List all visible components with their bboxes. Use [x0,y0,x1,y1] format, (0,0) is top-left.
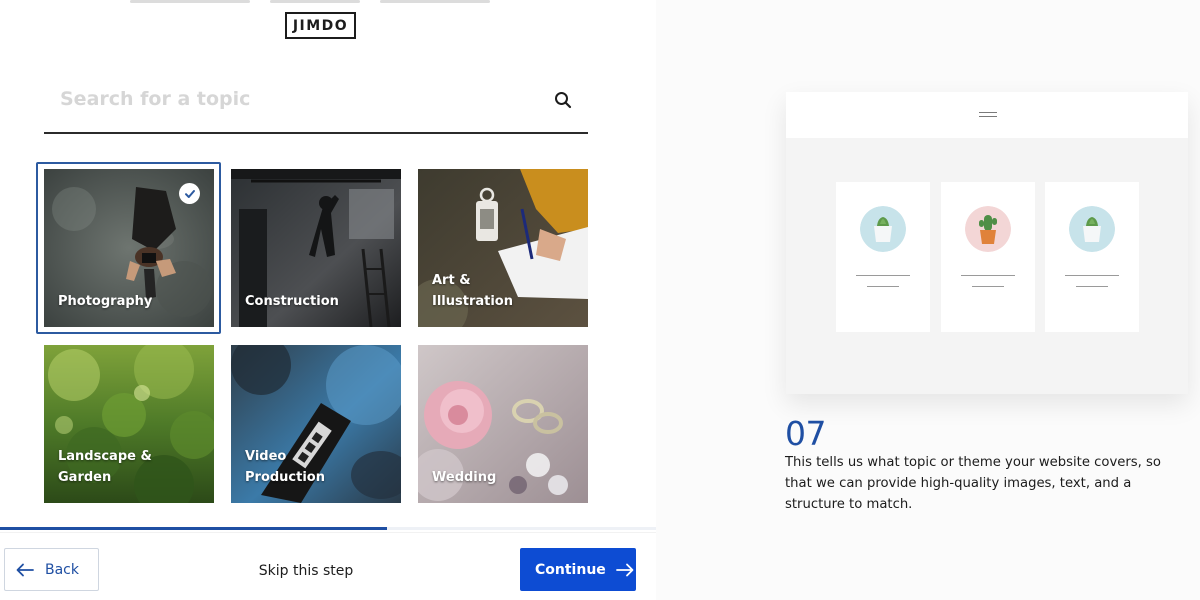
step-description: This tells us what topic or theme your w… [785,455,1161,512]
skip-step-link[interactable]: Skip this step [250,560,362,582]
topic-tile-photography[interactable]: Photography [44,169,214,327]
topic-label: Landscape & Garden [58,449,152,485]
preview-header [786,92,1188,138]
topic-label: Wedding [432,470,497,485]
step-number: 07 [785,414,827,453]
topic-label: Construction [245,294,339,309]
topic-tile-video-production[interactable]: Video Production [231,345,401,503]
search-input[interactable] [60,86,540,112]
preview-text-line [1065,275,1119,276]
preview-text-line [972,286,1004,287]
jimdo-logo: JIMDO [285,12,356,39]
wizard-panel: JIMDO Search for a topic Photography Con… [0,0,656,600]
topic-label: Video Production [245,449,325,485]
arrow-left-icon [16,563,34,576]
cactus-pot-icon [965,206,1011,252]
topic-tile-construction[interactable]: Construction [231,169,401,327]
search-icon[interactable] [553,90,573,110]
arrow-right-icon [615,563,634,576]
continue-button[interactable]: Continue [520,548,636,591]
preview-text-line [961,275,1015,276]
topic-label: Photography [58,294,153,309]
website-preview [786,92,1188,394]
plant-pot-icon [1069,206,1115,252]
topic-tile-landscape-garden[interactable]: Landscape & Garden [44,345,214,503]
back-button[interactable]: Back [4,548,99,591]
footer-divider [0,532,656,533]
topic-search-bar [44,76,588,134]
back-button-label: Back [45,561,79,578]
preview-text-line [856,275,910,276]
preview-card [836,182,930,332]
topic-label: Art & Illustration [432,273,513,309]
menu-icon [979,112,997,118]
selected-check-icon [179,183,200,204]
preview-text-line [1076,286,1108,287]
topic-tile-wedding[interactable]: Wedding [418,345,588,503]
faded-heading [120,0,510,4]
topic-tile-art-illustration[interactable]: Art & Illustration [418,169,588,327]
preview-card [1045,182,1139,332]
plant-pot-icon [860,206,906,252]
preview-text-line [867,286,899,287]
continue-button-label: Continue [535,561,606,578]
progress-bar [0,527,656,530]
progress-bar-fill [0,527,388,530]
preview-card [941,182,1035,332]
